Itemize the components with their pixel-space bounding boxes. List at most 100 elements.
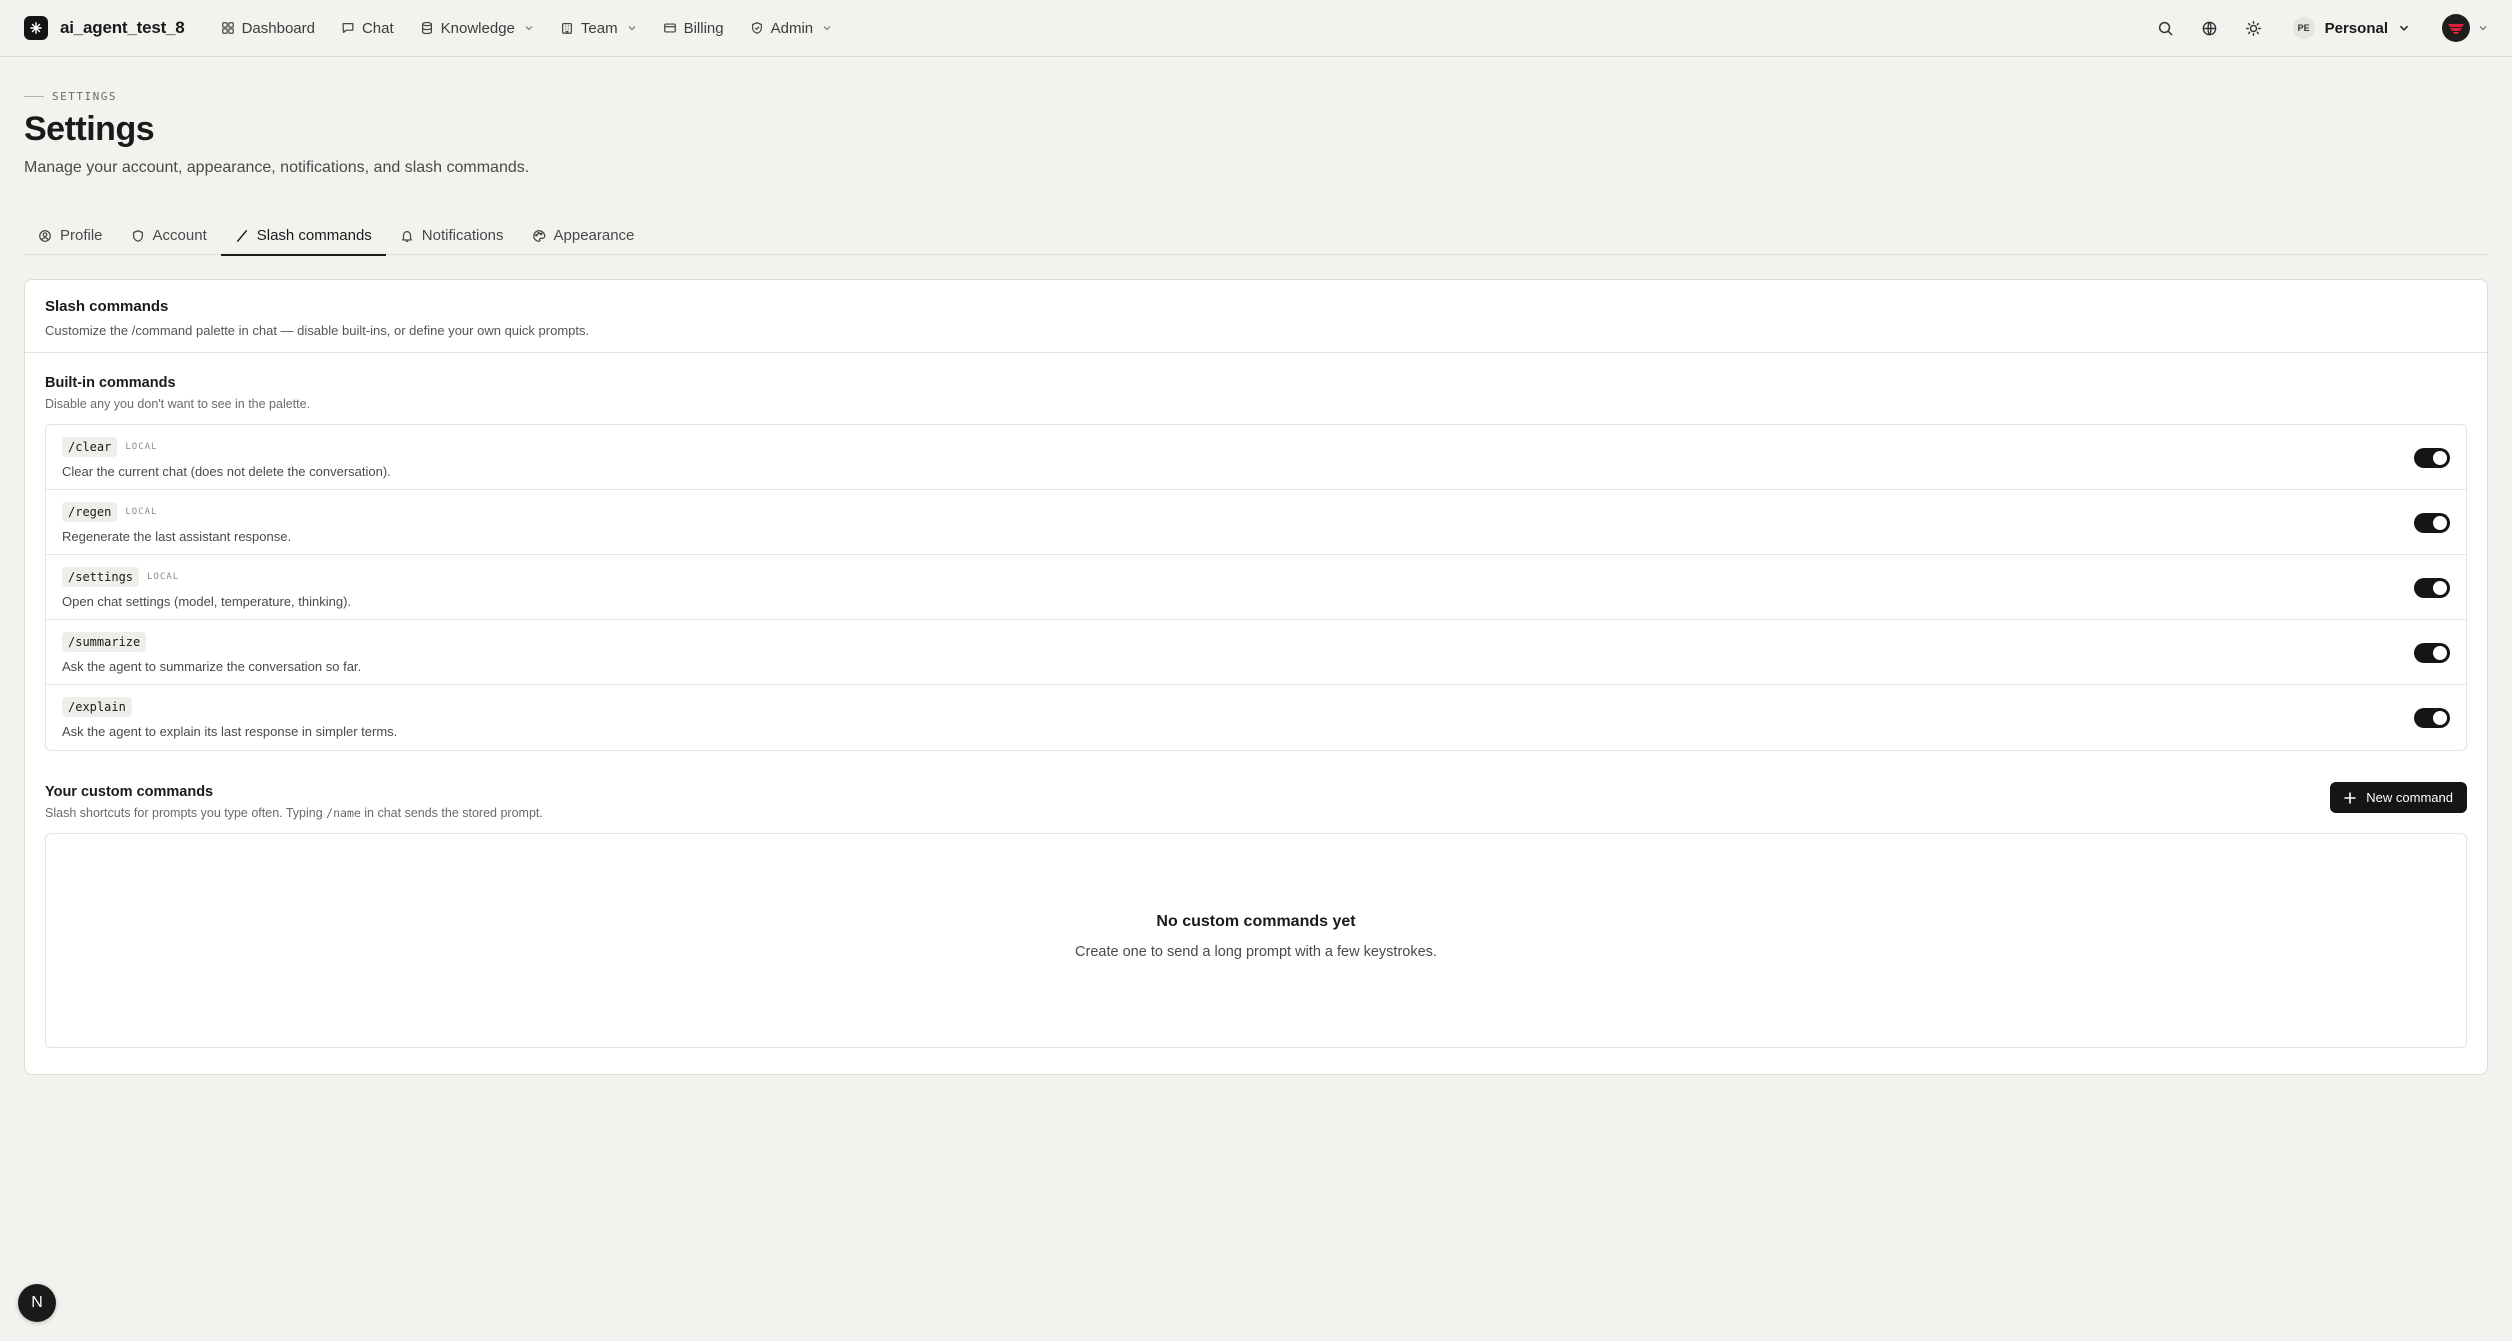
command-tag: LOCAL xyxy=(125,507,158,517)
shield-icon xyxy=(132,229,143,242)
fab-label: N xyxy=(31,1294,43,1311)
custom-title: Your custom commands xyxy=(45,784,214,800)
empty-state-title: No custom commands yet xyxy=(1156,913,1356,930)
custom-description-code: /name xyxy=(326,806,361,820)
command-name: /summarize xyxy=(62,632,147,652)
tab-account-label: Account xyxy=(152,227,207,244)
floating-action-button[interactable]: N xyxy=(18,1284,56,1322)
card-header: Slash commands Customize the /command pa… xyxy=(25,280,2487,353)
new-command-button[interactable]: New command xyxy=(2330,782,2467,813)
card-title: Slash commands xyxy=(45,298,169,315)
nav-dashboard[interactable]: Dashboard xyxy=(211,14,325,43)
command-toggle[interactable] xyxy=(2414,513,2450,533)
search-button[interactable] xyxy=(2155,17,2177,39)
builtin-command-list: /clear LOCAL Clear the current chat (doe… xyxy=(45,424,2467,751)
nav-chat-label: Chat xyxy=(361,19,394,37)
nav-dashboard-label: Dashboard xyxy=(241,19,315,37)
language-button[interactable] xyxy=(2199,17,2221,39)
billing-icon xyxy=(663,23,676,33)
nav-knowledge-label: Knowledge xyxy=(440,19,515,37)
nav-admin-label: Admin xyxy=(770,19,814,37)
list-item: /summarize Ask the agent to summarize th… xyxy=(46,620,2466,685)
tab-appearance[interactable]: Appearance xyxy=(518,216,649,255)
plus-icon xyxy=(2344,791,2357,804)
builtin-description: Disable any you don't want to see in the… xyxy=(45,397,311,411)
tab-notifications-label: Notifications xyxy=(421,227,504,244)
bell-icon xyxy=(401,230,412,242)
tab-profile-label: Profile xyxy=(60,227,103,244)
card-description: Customize the /command palette in chat —… xyxy=(45,323,590,338)
workspace-label: Personal xyxy=(2324,19,2388,37)
custom-commands-empty-state: No custom commands yet Create one to sen… xyxy=(45,833,2467,1048)
workspace-badge: PE xyxy=(2292,17,2315,39)
workspace-switcher[interactable]: PE Personal xyxy=(2292,17,2410,39)
nav-team[interactable]: Team xyxy=(550,14,647,43)
command-name: /regen xyxy=(62,502,118,522)
command-description: Ask the agent to explain its last respon… xyxy=(62,724,398,739)
nav-billing[interactable]: Billing xyxy=(653,14,734,43)
user-avatar-icon xyxy=(2448,24,2464,34)
command-description: Regenerate the last assistant response. xyxy=(62,529,292,544)
search-icon xyxy=(2159,21,2173,35)
knowledge-icon xyxy=(421,21,432,35)
command-toggle[interactable] xyxy=(2414,708,2450,728)
list-item: /regen LOCAL Regenerate the last assista… xyxy=(46,490,2466,555)
nav-billing-label: Billing xyxy=(683,19,724,37)
empty-state-description: Create one to send a long prompt with a … xyxy=(1075,944,1437,960)
command-toggle[interactable] xyxy=(2414,643,2450,663)
palette-icon xyxy=(532,229,545,242)
list-item: /explain Ask the agent to explain its la… xyxy=(46,685,2466,750)
main-nav: Dashboard Chat Knowledge Team Billing Ad… xyxy=(211,14,843,43)
brand-logo-icon xyxy=(24,16,48,40)
list-item: /settings LOCAL Open chat settings (mode… xyxy=(46,555,2466,620)
command-toggle[interactable] xyxy=(2414,578,2450,598)
command-name: /settings xyxy=(62,567,140,587)
tab-slash-commands[interactable]: Slash commands xyxy=(220,216,386,256)
tab-account[interactable]: Account xyxy=(117,216,221,255)
chevron-down-icon xyxy=(2399,25,2409,31)
new-command-label: New command xyxy=(2366,790,2453,805)
team-icon xyxy=(561,23,572,34)
nav-admin[interactable]: Admin xyxy=(740,14,843,43)
custom-description-prefix: Slash shortcuts for prompts you type oft… xyxy=(45,806,327,820)
command-toggle[interactable] xyxy=(2414,448,2450,468)
page-eyebrow: SETTINGS xyxy=(24,90,117,103)
sun-icon xyxy=(2246,20,2262,36)
top-navbar: ai_agent_test_8 Dashboard Chat Knowledge… xyxy=(0,0,2512,57)
app-name: ai_agent_test_8 xyxy=(60,18,185,37)
custom-section-header: Your custom commands Slash shortcuts for… xyxy=(25,751,2487,820)
tab-notifications[interactable]: Notifications xyxy=(386,216,518,255)
dashboard-icon xyxy=(221,22,234,34)
builtin-section: Built-in commands Disable any you don't … xyxy=(25,353,2487,751)
globe-icon xyxy=(2202,21,2217,35)
brand[interactable]: ai_agent_test_8 xyxy=(24,16,185,40)
nav-knowledge[interactable]: Knowledge xyxy=(410,14,544,43)
page-title: Settings xyxy=(24,110,155,148)
tab-appearance-label: Appearance xyxy=(553,227,635,244)
user-menu[interactable] xyxy=(2442,14,2488,42)
nav-chat[interactable]: Chat xyxy=(331,14,404,43)
custom-description: Slash shortcuts for prompts you type oft… xyxy=(45,806,543,820)
theme-toggle-button[interactable] xyxy=(2243,17,2265,39)
command-description: Clear the current chat (does not delete … xyxy=(62,464,391,479)
chevron-down-icon xyxy=(525,26,533,31)
command-tag: LOCAL xyxy=(147,572,180,582)
chevron-down-icon xyxy=(823,26,831,31)
slash-commands-card: Slash commands Customize the /command pa… xyxy=(24,279,2488,1075)
chevron-down-icon xyxy=(628,26,636,31)
tab-profile[interactable]: Profile xyxy=(24,216,117,255)
nav-team-label: Team xyxy=(580,19,618,37)
command-tag: LOCAL xyxy=(125,442,158,452)
custom-description-suffix: in chat sends the stored prompt. xyxy=(360,806,543,820)
chevron-down-icon xyxy=(2479,26,2487,31)
slash-icon xyxy=(236,229,247,242)
avatar xyxy=(2442,14,2470,42)
command-name: /clear xyxy=(62,437,118,457)
topbar-actions: PE Personal xyxy=(2155,14,2488,42)
admin-icon xyxy=(751,22,762,34)
page-subtitle: Manage your account, appearance, notific… xyxy=(24,159,530,176)
command-description: Ask the agent to summarize the conversat… xyxy=(62,659,362,674)
eyebrow-divider xyxy=(24,96,44,97)
chat-icon xyxy=(342,23,354,33)
eyebrow-label: SETTINGS xyxy=(52,90,117,103)
